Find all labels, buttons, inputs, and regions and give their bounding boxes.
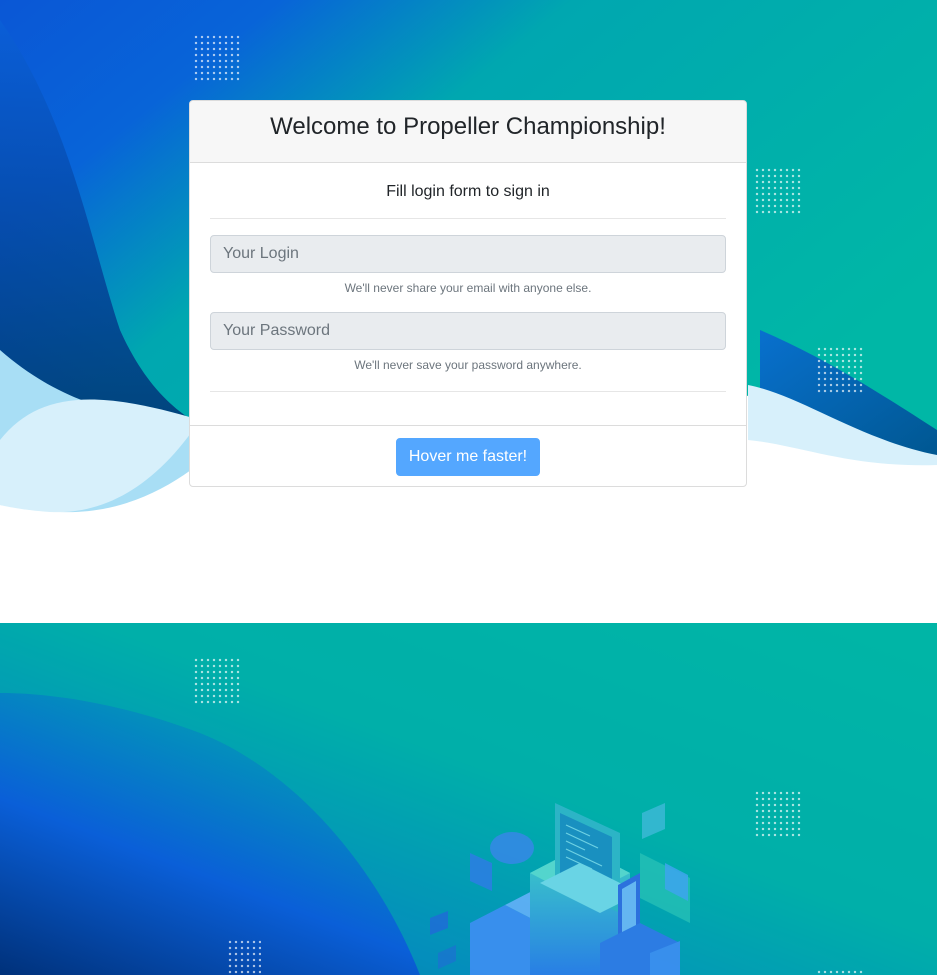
card-header: Welcome to Propeller Championship!: [190, 101, 746, 163]
page-title: Welcome to Propeller Championship!: [270, 112, 666, 140]
dot-grid: [193, 657, 241, 705]
login-help-text: We'll never share your email with anyone…: [344, 281, 592, 295]
card-footer: Hover me faster!: [190, 425, 746, 488]
bottom-background: [0, 623, 937, 975]
dot-grid: [816, 969, 864, 975]
login-field-wrapper: [210, 235, 726, 273]
login-input[interactable]: [223, 245, 713, 263]
dot-grid: [754, 790, 802, 838]
password-input[interactable]: [223, 322, 713, 340]
password-help-text: We'll never save your password anywhere.: [354, 358, 582, 372]
login-card: Welcome to Propeller Championship! Fill …: [189, 100, 747, 487]
login-form: Fill login form to sign in We'll never s…: [190, 163, 746, 426]
dot-grid: [816, 346, 864, 394]
password-field-wrapper: [210, 312, 726, 350]
form-subtitle: Fill login form to sign in: [386, 183, 550, 200]
dot-grid: [227, 939, 261, 975]
divider: [210, 218, 726, 219]
submit-button[interactable]: Hover me faster!: [395, 438, 541, 476]
dot-grid: [754, 167, 802, 215]
divider: [210, 391, 726, 392]
dot-grid: [193, 34, 241, 82]
